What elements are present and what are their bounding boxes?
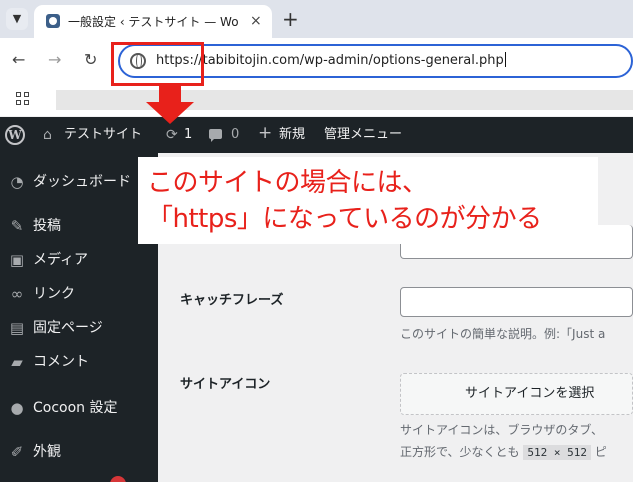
apps-grid-icon[interactable]	[16, 92, 30, 106]
admin-menu-link[interactable]: 管理メニュー	[324, 127, 402, 143]
site-icon-description-1: サイトアイコンは、ブラウザのタブ、	[400, 423, 604, 437]
tab-title: 一般設定 ‹ テストサイト — WordPress	[68, 15, 238, 29]
sidebar-item-dashboard[interactable]: ◔ ダッシュボード	[0, 166, 158, 198]
sidebar-item-media[interactable]: ▣ メディア	[0, 244, 158, 276]
updates-count[interactable]: 1	[184, 127, 192, 143]
tagline-label: キャッチフレーズ	[180, 293, 284, 308]
tagline-input[interactable]	[400, 287, 633, 317]
bookmark-items	[56, 90, 633, 110]
site-icon-description-2: 正方形で、少なくとも 512 × 512 ピ	[400, 443, 607, 462]
comments-count[interactable]: 0	[231, 127, 239, 143]
sidebar-item-links[interactable]: ∞ リンク	[0, 278, 158, 310]
cocoon-icon: ●	[10, 399, 24, 417]
plus-icon[interactable]: +	[258, 125, 272, 142]
comments-icon[interactable]	[209, 129, 222, 142]
sidebar-item-label: 投稿	[33, 218, 61, 234]
site-icon-desc-text: 正方形で、少なくとも	[400, 445, 520, 459]
comment-icon: ▰	[11, 353, 23, 371]
page-icon: ▤	[9, 319, 25, 337]
notification-badge	[110, 476, 126, 482]
sidebar-item-appearance[interactable]: ✐ 外観	[0, 436, 158, 468]
site-name-link[interactable]: テストサイト	[64, 127, 142, 143]
site-icon-select-label: サイトアイコンを選択	[465, 386, 595, 401]
sidebar-item-label: ダッシュボード	[33, 174, 131, 190]
tab-search-button[interactable]: ▼	[6, 8, 28, 30]
url-text[interactable]: https://tabibitojin.com/wp-admin/options…	[156, 52, 506, 70]
updates-icon[interactable]: ⟳	[166, 126, 178, 144]
wordpress-favicon-icon	[46, 14, 60, 28]
tab-strip: ▼ 一般設定 ‹ テストサイト — WordPress × +	[0, 0, 633, 38]
browser-toolbar: ← → ↻ https://tabibitojin.com/wp-admin/o…	[0, 38, 633, 84]
sidebar-item-comments[interactable]: ▰ コメント	[0, 346, 158, 378]
tab-close-icon[interactable]: ×	[250, 12, 262, 30]
sidebar-item-cocoon[interactable]: ● Cocoon 設定	[0, 392, 158, 424]
dashboard-icon: ◔	[10, 173, 24, 191]
sidebar-item-label: リンク	[33, 286, 75, 302]
back-button[interactable]: ←	[12, 50, 25, 70]
new-tab-button[interactable]: +	[282, 8, 299, 30]
wordpress-logo-icon[interactable]: W	[5, 125, 25, 145]
sidebar-item-label: 固定ページ	[33, 320, 103, 336]
home-icon: ⌂	[43, 127, 52, 143]
reload-button[interactable]: ↻	[84, 50, 97, 70]
site-icon-size-code: 512 × 512	[523, 445, 591, 460]
annotation-line-1: このサイトの場合には、	[147, 168, 428, 198]
chevron-down-icon: ▼	[12, 12, 22, 25]
sidebar-item-label: 外観	[33, 444, 61, 460]
https-highlight-box	[111, 42, 204, 86]
sidebar-item-label: コメント	[33, 354, 89, 370]
site-icon-select-button[interactable]: サイトアイコンを選択	[400, 373, 633, 415]
browser-tab[interactable]: 一般設定 ‹ テストサイト — WordPress ×	[34, 5, 272, 38]
media-icon: ▣	[9, 251, 25, 269]
tagline-description: このサイトの簡単な説明。例:「Just a	[400, 327, 606, 341]
sidebar-item-pages[interactable]: ▤ 固定ページ	[0, 312, 158, 344]
red-arrow-down-icon	[146, 102, 194, 124]
text-caret	[504, 52, 506, 67]
sidebar-item-posts[interactable]: ✎ 投稿	[0, 210, 158, 242]
red-arrow-shaft	[159, 86, 181, 102]
sidebar-item-label: Cocoon 設定	[33, 400, 118, 416]
wp-admin-bar: W ⌂ テストサイト ⟳ 1 0 + 新規 管理メニュー	[0, 117, 633, 153]
pin-icon: ✎	[10, 217, 24, 235]
sidebar-item-label: メディア	[33, 252, 89, 268]
annotation-line-2: 「https」になっているのが分かる	[147, 204, 542, 234]
site-icon-label: サイトアイコン	[180, 377, 271, 392]
brush-icon: ✐	[10, 443, 24, 461]
forward-button[interactable]: →	[48, 50, 61, 70]
annotation-callout: このサイトの場合には、 「https」になっているのが分かる	[138, 157, 598, 244]
site-icon-desc-text-end: ピ	[594, 445, 607, 459]
bookmarks-bar	[0, 84, 633, 116]
new-content-link[interactable]: 新規	[279, 127, 305, 143]
admin-sidebar: ◔ ダッシュボード ✎ 投稿 ▣ メディア ∞ リンク ▤ 固定ページ ▰ コメ…	[0, 153, 158, 482]
link-icon: ∞	[10, 285, 24, 303]
